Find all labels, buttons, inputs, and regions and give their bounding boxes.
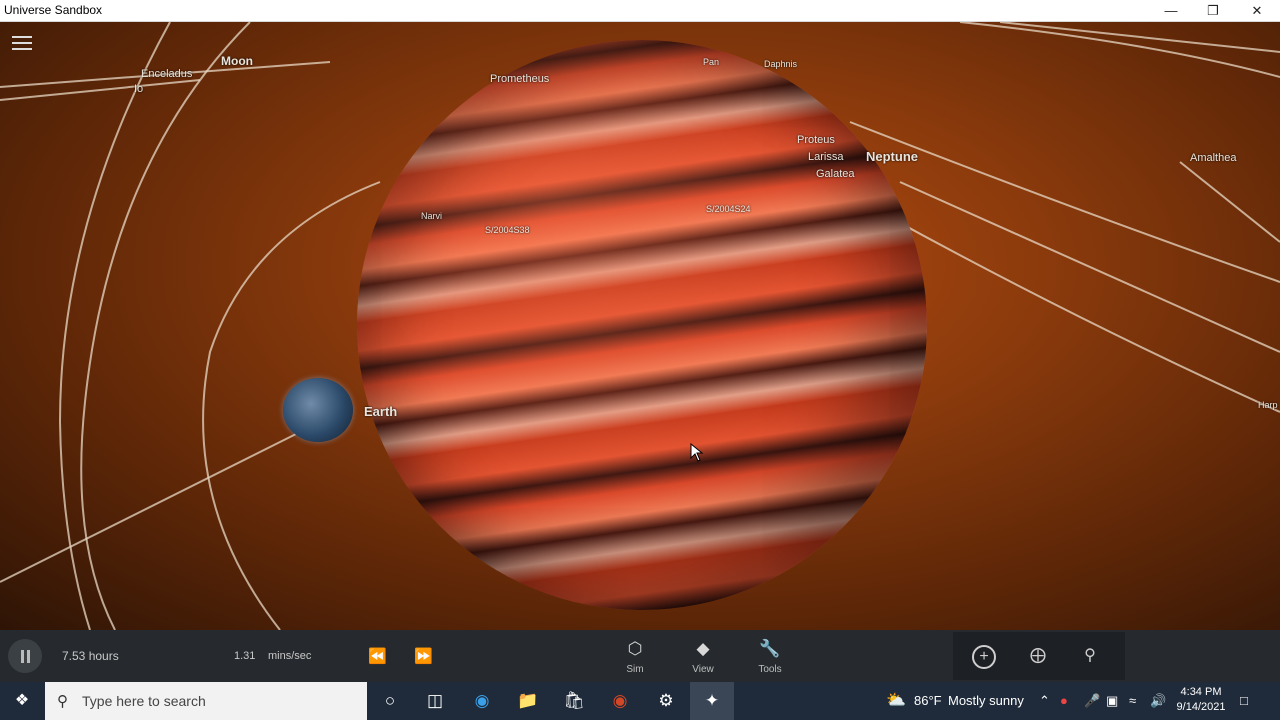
store-button[interactable]: 🛍 <box>552 682 596 720</box>
fast-forward-button[interactable]: ⏩ <box>414 647 433 665</box>
menu-button[interactable] <box>12 36 32 52</box>
speed-unit: mins/sec <box>268 650 312 662</box>
weather-temperature[interactable]: 86°F <box>914 682 942 720</box>
battery-icon[interactable]: ▣ <box>1106 682 1118 720</box>
label-enceladus[interactable]: Enceladus <box>141 68 192 80</box>
window-titlebar: Universe Sandbox — ❐ ✕ <box>0 0 1280 22</box>
restore-icon: ❐ <box>1207 3 1219 18</box>
task-view-icon: ◫ <box>426 691 444 710</box>
search-icon: ⚲ <box>1084 647 1096 664</box>
view-button[interactable]: ◆ View <box>683 638 723 675</box>
speed-value: 1.31 <box>234 650 256 662</box>
cortana-icon: ○ <box>384 691 396 710</box>
close-button[interactable]: ✕ <box>1234 0 1280 21</box>
elapsed-time: 7.53 hours <box>62 649 119 663</box>
folder-icon: 📁 <box>517 691 539 710</box>
label-pan[interactable]: Pan <box>703 57 719 67</box>
weather-condition[interactable]: Mostly sunny <box>948 682 1024 720</box>
simulation-controls: 7.53 hours 1.31 mins/sec ⏪ ⏩ ⬡ Sim ◆ Vie… <box>0 630 1280 682</box>
start-button[interactable]: ❖ <box>0 682 44 720</box>
recenter-icon: ⨁ <box>1030 647 1046 664</box>
label-moon[interactable]: Moon <box>221 54 253 68</box>
weather-icon: ⛅ <box>886 692 906 709</box>
rewind-button[interactable]: ⏪ <box>368 647 387 665</box>
minimize-icon: — <box>1164 3 1178 18</box>
clock-date: 9/14/2021 <box>1176 701 1226 713</box>
mouse-cursor-icon <box>690 443 704 462</box>
label-neptune[interactable]: Neptune <box>866 149 918 164</box>
wifi-icon[interactable]: ≈ <box>1129 682 1136 720</box>
powerpoint-icon: ◉ <box>612 691 628 710</box>
taskbar-search-box[interactable]: ⚲ Type here to search <box>45 682 367 720</box>
sim-label: Sim <box>626 664 644 675</box>
windows-logo-icon: ❖ <box>14 692 30 709</box>
steam-icon: ⚙ <box>658 691 674 710</box>
earth-planet[interactable] <box>283 378 353 442</box>
view-label: View <box>692 664 714 675</box>
restore-button[interactable]: ❐ <box>1190 0 1236 21</box>
universe-sandbox-taskbar-button[interactable]: ✦ <box>690 682 734 720</box>
notifications-icon[interactable]: □ <box>1240 682 1248 720</box>
file-explorer-button[interactable]: 📁 <box>506 682 550 720</box>
add-object-button[interactable]: + <box>972 645 996 669</box>
microphone-icon[interactable]: 🎤 <box>1084 682 1100 720</box>
simulation-viewport[interactable]: Moon Enceladus Io Prometheus Pan Daphnis… <box>0 22 1280 630</box>
close-icon: ✕ <box>1251 3 1263 18</box>
layers-icon: ◆ <box>696 639 710 658</box>
label-narvi[interactable]: Narvi <box>421 211 442 221</box>
fast-forward-icon: ⏩ <box>414 648 433 665</box>
tools-button[interactable]: 🔧 Tools <box>750 638 790 675</box>
universe-sandbox-icon: ✦ <box>704 691 720 710</box>
camera-controls: + ⨁ ⚲ <box>953 632 1125 680</box>
system-clock[interactable]: 4:34 PM 9/14/2021 <box>1168 685 1234 715</box>
wrench-icon: 🔧 <box>759 639 781 658</box>
label-earth[interactable]: Earth <box>364 404 397 419</box>
cube-icon: ⬡ <box>627 639 643 658</box>
label-s2004s38[interactable]: S/2004S38 <box>485 225 530 235</box>
label-harp[interactable]: Harp <box>1258 400 1278 410</box>
plus-icon: + <box>979 648 989 665</box>
cortana-button[interactable]: ○ <box>368 682 412 720</box>
search-placeholder: Type here to search <box>82 693 206 709</box>
powerpoint-button[interactable]: ◉ <box>598 682 642 720</box>
clock-time: 4:34 PM <box>1180 686 1222 698</box>
label-io[interactable]: Io <box>134 83 143 95</box>
search-object-button[interactable]: ⚲ <box>1076 642 1104 670</box>
window-title: Universe Sandbox <box>4 3 103 17</box>
windows-taskbar: ❖ ⚲ Type here to search ○ ◫ ◉ 📁 🛍 ◉ ⚙ ✦ … <box>0 682 1280 720</box>
tray-app-icon[interactable]: ● <box>1060 682 1068 720</box>
volume-icon[interactable]: 🔊 <box>1150 682 1166 720</box>
label-galatea[interactable]: Galatea <box>816 168 855 180</box>
recenter-camera-button[interactable]: ⨁ <box>1024 642 1052 670</box>
sim-button[interactable]: ⬡ Sim <box>615 638 655 675</box>
edge-button[interactable]: ◉ <box>460 682 504 720</box>
label-amalthea[interactable]: Amalthea <box>1190 152 1236 164</box>
tray-overflow-chevron-icon[interactable]: ⌃ <box>1039 682 1050 720</box>
edge-icon: ◉ <box>474 691 490 710</box>
label-s2004s24[interactable]: S/2004S24 <box>706 204 751 214</box>
steam-button[interactable]: ⚙ <box>644 682 688 720</box>
label-daphnis[interactable]: Daphnis <box>764 59 797 69</box>
task-view-button[interactable]: ◫ <box>413 682 457 720</box>
store-icon: 🛍 <box>563 691 585 710</box>
rewind-icon: ⏪ <box>368 648 387 665</box>
tools-label: Tools <box>758 664 782 675</box>
gas-giant-planet[interactable] <box>357 40 927 610</box>
label-larissa[interactable]: Larissa <box>808 151 843 163</box>
search-icon: ⚲ <box>57 693 68 710</box>
minimize-button[interactable]: — <box>1148 0 1194 21</box>
pause-button[interactable] <box>8 639 42 673</box>
label-proteus[interactable]: Proteus <box>797 134 835 146</box>
label-prometheus[interactable]: Prometheus <box>490 73 549 85</box>
